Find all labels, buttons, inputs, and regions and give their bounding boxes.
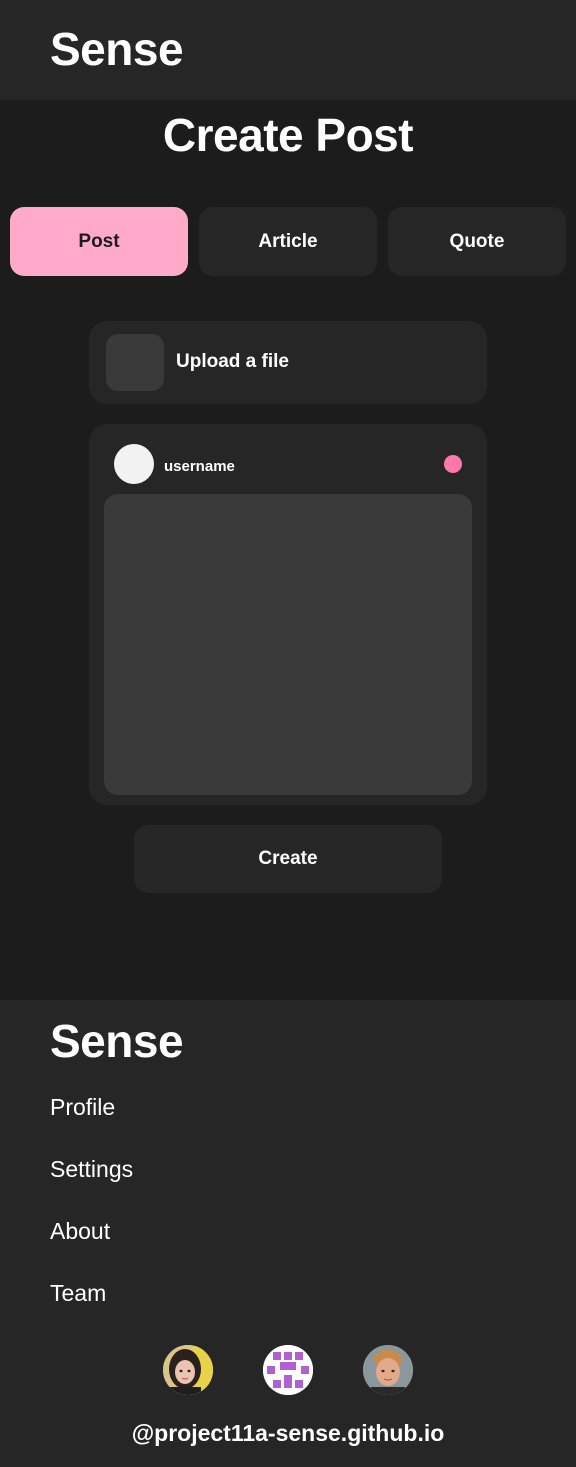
tab-post[interactable]: Post [10, 207, 188, 276]
post-preview-card: username [89, 424, 487, 805]
create-button[interactable]: Create [134, 825, 442, 893]
top-header: Sense [0, 0, 576, 100]
footer-link-team[interactable]: Team [50, 1280, 106, 1307]
tab-quote[interactable]: Quote [388, 207, 566, 276]
man-portrait-icon [363, 1345, 413, 1395]
create-post-page: Sense Create Post Post Article Quote Upl… [0, 0, 576, 1467]
woman-portrait-icon [163, 1345, 213, 1395]
tab-article[interactable]: Article [199, 207, 377, 276]
footer: Sense Profile Settings About Team @proje… [0, 1000, 576, 1467]
user-avatar [114, 444, 154, 484]
upload-label: Upload a file [176, 351, 289, 372]
footer-link-about[interactable]: About [50, 1218, 110, 1245]
post-type-tabs: Post Article Quote [10, 207, 566, 276]
upload-thumbnail [106, 334, 164, 391]
status-dot-icon [444, 455, 462, 473]
post-body-input[interactable] [104, 494, 472, 795]
upload-file-button[interactable]: Upload a file [89, 321, 487, 404]
footer-brand[interactable]: Sense [50, 1014, 184, 1068]
team-member-2-avatar[interactable] [263, 1345, 313, 1395]
footer-handle-link[interactable]: @project11a-sense.github.io [0, 1420, 576, 1447]
team-member-3-avatar[interactable] [363, 1345, 413, 1395]
card-username: username [164, 458, 235, 475]
footer-link-settings[interactable]: Settings [50, 1156, 133, 1183]
pattern-identicon-icon [263, 1345, 313, 1395]
page-title: Create Post [162, 109, 414, 161]
footer-link-profile[interactable]: Profile [50, 1094, 115, 1121]
brand-logo[interactable]: Sense [50, 22, 184, 76]
team-member-1-avatar[interactable] [163, 1345, 213, 1395]
